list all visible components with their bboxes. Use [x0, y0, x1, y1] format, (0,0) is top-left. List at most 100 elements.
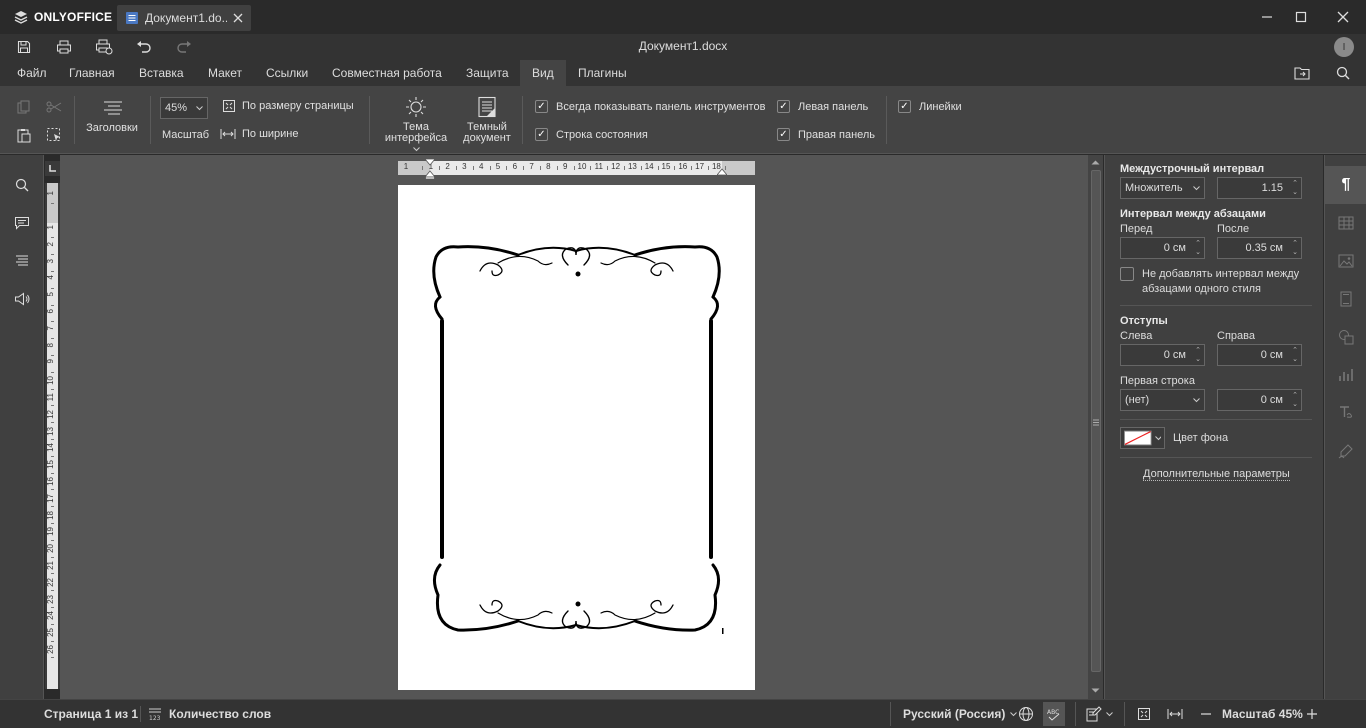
ruler-tick-mark [51, 271, 54, 272]
comments-button[interactable] [8, 209, 36, 237]
cut-button[interactable] [44, 98, 64, 116]
fit-page-status-button[interactable] [1136, 700, 1152, 728]
chart-settings-button[interactable] [1325, 356, 1366, 394]
ruler-tick-mark [708, 166, 709, 170]
chevron-down-icon [412, 147, 420, 152]
track-changes-button[interactable] [1086, 700, 1113, 728]
scroll-up-icon[interactable] [1091, 159, 1100, 165]
tab-protection[interactable]: Защита [454, 60, 521, 86]
search-button[interactable] [1334, 65, 1352, 81]
feedback-button[interactable] [8, 285, 36, 313]
first-line-type-select[interactable]: (нет) [1120, 389, 1205, 411]
header-footer-settings-button[interactable] [1325, 280, 1366, 318]
left-sidebar [0, 155, 44, 699]
right-panel-checkbox[interactable]: ✓ Правая панель [777, 128, 875, 141]
line-spacing-value-input[interactable]: 1.15 ⌃ ⌄ [1217, 177, 1302, 199]
dark-document-button[interactable]: Темный документ [458, 94, 516, 150]
always-show-toolbar-checkbox[interactable]: ✓ Всегда показывать панель инструментов [535, 100, 765, 113]
zoom-out-button[interactable] [1198, 700, 1214, 728]
maximize-button[interactable] [1278, 0, 1324, 34]
spacing-before-input[interactable]: 0 см ⌃ ⌄ [1120, 237, 1205, 259]
fit-width-icon [220, 129, 236, 139]
zoom-select[interactable]: 45% [160, 97, 208, 119]
paste-button[interactable] [14, 126, 34, 144]
text-art-settings-button[interactable] [1325, 394, 1366, 432]
background-color-picker[interactable] [1120, 427, 1165, 449]
image-icon [1338, 254, 1354, 268]
status-bar-checkbox[interactable]: ✓ Строка состояния [535, 128, 648, 141]
shape-settings-button[interactable] [1325, 318, 1366, 356]
copy-button[interactable] [14, 98, 34, 116]
spell-check-button[interactable]: ABC [1043, 702, 1065, 726]
vertical-ruler[interactable]: 1 1 2 3 4 5 6 7 8 9 10 11 12 13 14 15 16 17 18 19 20 21 22 23 24… [45, 183, 60, 689]
line-spacing-type-select[interactable]: Множитель [1120, 177, 1205, 199]
scroll-down-icon[interactable] [1091, 688, 1100, 694]
page-info[interactable]: Страница 1 из 1 [44, 700, 138, 728]
table-settings-button[interactable] [1325, 204, 1366, 242]
title-bar: ONLYOFFICE Документ1.do... [0, 0, 1366, 34]
tab-home[interactable]: Главная [57, 60, 127, 86]
user-avatar[interactable]: I [1334, 37, 1354, 57]
document-page[interactable] [398, 185, 755, 690]
ruler-tick-mark [51, 623, 54, 625]
left-panel-checkbox[interactable]: ✓ Левая панель [777, 100, 868, 113]
spinner-arrows-icon[interactable]: ⌃ ⌄ [1292, 179, 1298, 197]
image-settings-button[interactable] [1325, 242, 1366, 280]
paragraph-settings-panel: Междустрочный интервал Множитель 1.15 ⌃ ⌄… [1104, 155, 1323, 699]
first-line-value-input[interactable]: 0 см ⌃ ⌄ [1217, 389, 1302, 411]
document-tab[interactable]: Документ1.do... [117, 5, 251, 31]
spacing-after-input[interactable]: 0.35 см ⌃ ⌄ [1217, 237, 1302, 259]
signature-settings-button[interactable] [1325, 432, 1366, 470]
spinner-arrows-icon[interactable]: ⌃ ⌄ [1195, 239, 1201, 257]
navigation-button[interactable] [8, 247, 36, 275]
open-location-button[interactable] [1292, 65, 1312, 81]
tab-layout[interactable]: Макет [196, 60, 254, 86]
rulers-checkbox[interactable]: ✓ Линейки [898, 100, 962, 113]
language-select[interactable]: Русский (Россия) [903, 700, 1018, 728]
fit-page-button[interactable]: По размеру страницы [222, 99, 354, 113]
right-indent-input[interactable]: 0 см ⌃ ⌄ [1217, 344, 1302, 366]
header-footer-icon [1340, 291, 1352, 307]
close-tab-icon[interactable] [233, 13, 243, 23]
tab-collaboration[interactable]: Совместная работа [320, 60, 454, 86]
headings-button[interactable]: Заголовки [82, 94, 142, 146]
select-all-icon [47, 128, 60, 141]
tab-references[interactable]: Ссылки [254, 60, 320, 86]
word-count-button[interactable]: 123 Количество слов [148, 700, 271, 728]
ruler-tick-mark [51, 506, 54, 508]
ruler-tick-label: 2 [445, 162, 450, 171]
interface-theme-button[interactable]: Тема интерфейса [380, 94, 452, 152]
spinner-arrows-icon[interactable]: ⌃ ⌄ [1292, 391, 1298, 409]
tab-stop-selector[interactable] [45, 161, 60, 176]
select-all-button[interactable] [44, 126, 64, 144]
no-spacing-checkbox[interactable] [1120, 267, 1134, 281]
spinner-arrows-icon[interactable]: ⌃ ⌄ [1292, 239, 1298, 257]
document-language-button[interactable] [1017, 700, 1035, 728]
ornamental-frame-icon [432, 245, 724, 634]
tab-insert[interactable]: Вставка [127, 60, 196, 86]
track-changes-icon [1086, 706, 1102, 722]
left-indent-input[interactable]: 0 см ⌃ ⌄ [1120, 344, 1205, 366]
scrollbar-thumb[interactable] [1091, 170, 1101, 672]
first-line-value: 0 см [1260, 394, 1283, 406]
right-indent-marker-icon[interactable] [717, 166, 727, 176]
tab-file[interactable]: Файл [5, 60, 59, 86]
horizontal-ruler[interactable]: 1 1 2 3 4 5 6 7 8 9 10 11 12 13 14 15 16 17 18 [398, 159, 755, 179]
left-indent-value: 0 см [1163, 349, 1186, 361]
paragraph-settings-button[interactable]: ¶ [1325, 166, 1366, 204]
chevron-down-icon [1154, 435, 1161, 440]
status-bar: Страница 1 из 1 123 Количество слов Русс… [0, 699, 1366, 728]
indent-marker-icon[interactable] [425, 159, 435, 179]
spinner-arrows-icon[interactable]: ⌃ ⌄ [1292, 346, 1298, 364]
fit-width-button[interactable]: По ширине [220, 128, 299, 140]
tab-plugins[interactable]: Плагины [566, 60, 639, 86]
spinner-arrows-icon[interactable]: ⌃ ⌄ [1195, 346, 1201, 364]
advanced-settings-link[interactable]: Дополнительные параметры [1143, 468, 1290, 481]
ruler-tick-mark [51, 422, 54, 424]
close-window-button[interactable] [1320, 0, 1366, 34]
fit-width-status-button[interactable] [1166, 700, 1184, 728]
divider [1120, 457, 1312, 458]
zoom-in-button[interactable] [1304, 700, 1320, 728]
search-panel-button[interactable] [8, 171, 36, 199]
tab-view[interactable]: Вид [520, 60, 566, 86]
